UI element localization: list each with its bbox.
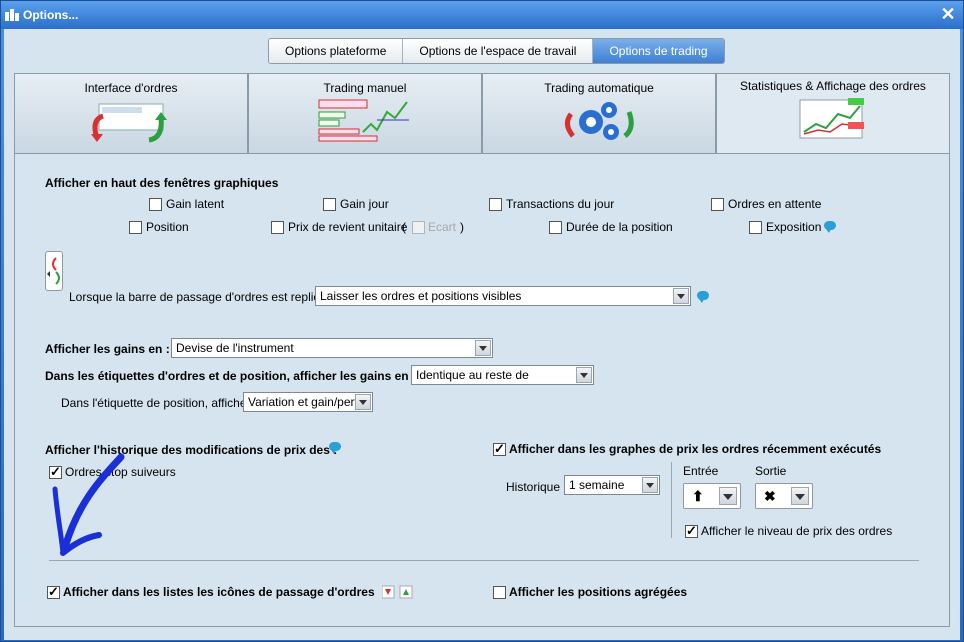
label-exposition: Exposition (766, 220, 822, 234)
label-aggregated-positions: Afficher les positions agrégées (509, 585, 688, 599)
annotation-arrow-icon (52, 453, 125, 556)
checkbox-price-level[interactable] (685, 523, 698, 539)
checkbox-gain-latent[interactable] (149, 198, 162, 211)
top-tab-bar: Options plateforme Options de l'espace d… (268, 38, 725, 64)
chevron-down-icon (576, 367, 592, 383)
label-gains: Afficher les gains en : (45, 342, 170, 356)
select-historique[interactable]: 1 semaine (564, 475, 660, 495)
tab-label: Statistiques & Affichage des ordres (740, 79, 926, 93)
tab-interface-ordres[interactable]: Interface d'ordres (14, 73, 248, 153)
label-position-label: Dans l'étiquette de position, afficher : (61, 396, 258, 410)
label-labels-gains: Dans les étiquettes d'ordres et de posit… (45, 369, 416, 383)
label-historique: Historique (506, 480, 561, 494)
chevron-down-icon (673, 288, 689, 304)
statistics-panel: Afficher en haut des fenêtres graphiques… (14, 153, 950, 627)
info-bubble-icon[interactable] (824, 221, 836, 233)
vertical-divider (671, 462, 672, 538)
tab-options-trading[interactable]: Options de trading (593, 39, 724, 63)
checkbox-ecart[interactable] (412, 221, 425, 234)
label-gain-jour: Gain jour (340, 197, 389, 211)
manual-trading-icon (318, 99, 409, 142)
tab-label: Trading manuel (323, 81, 407, 95)
tab-trading-automatique[interactable]: Trading automatique (482, 73, 716, 153)
order-interface-icon (91, 103, 167, 143)
options-window: Options... ✕ Options plateforme Options … (0, 0, 964, 642)
info-bubble-icon[interactable] (329, 442, 341, 454)
checkbox-prix-revient[interactable] (271, 221, 284, 234)
horizontal-divider (49, 560, 919, 561)
label-position: Position (146, 220, 189, 234)
dialog-client: Options plateforme Options de l'espace d… (4, 29, 960, 640)
entree-marker-select[interactable]: ⬆ (683, 483, 741, 509)
checkbox-duree-position[interactable] (549, 221, 562, 234)
label-price-level: Afficher le niveau de prix des ordres (701, 524, 893, 538)
checkbox-transactions-jour[interactable] (489, 198, 502, 211)
label-ecart: Ecart (428, 220, 457, 234)
info-bubble-icon[interactable] (697, 291, 709, 303)
statistics-chart-icon (799, 98, 864, 139)
chevron-down-icon (719, 487, 737, 505)
section-header: Afficher en haut des fenêtres graphiques (45, 176, 279, 190)
tab-statistiques-affichage[interactable]: Statistiques & Affichage des ordres (716, 73, 950, 154)
label-entree: Entrée (683, 464, 719, 478)
checkbox-gain-jour[interactable] (323, 198, 336, 211)
label-list-icons: Afficher dans les listes les icônes de p… (63, 585, 375, 599)
label-sortie: Sortie (755, 464, 787, 478)
label-transactions-jour: Transactions du jour (506, 197, 615, 211)
label-ordres-attente: Ordres en attente (728, 197, 822, 211)
gears-icon (565, 102, 634, 140)
label-gain-latent: Gain latent (166, 197, 225, 211)
cross-icon: ✖ (764, 488, 776, 504)
collapsed-order-bar-icon (45, 251, 63, 291)
chevron-down-icon (642, 477, 658, 493)
select-value: 1 semaine (569, 478, 625, 492)
select-collapsed-bar[interactable]: Laisser les ordres et positions visibles (315, 286, 691, 306)
label-prix-revient: Prix de revient unitaire (288, 220, 408, 234)
order-bar-glyph-icon (47, 257, 60, 285)
checkbox-ordres-attente[interactable] (711, 198, 724, 211)
chevron-down-icon (475, 340, 491, 356)
checkbox-list-icons[interactable] (47, 584, 60, 600)
tab-label: Interface d'ordres (84, 81, 178, 95)
checkbox-aggregated-positions[interactable] (493, 586, 506, 599)
order-buttons-icon (382, 585, 413, 599)
select-value: Identique au reste de l'application (416, 368, 529, 382)
window-title: Options... (23, 8, 79, 22)
close-icon[interactable]: ✕ (939, 5, 957, 23)
checkbox-exposition[interactable] (749, 221, 762, 234)
select-value: Variation et gain/perte (248, 395, 365, 409)
select-value: Devise de l'instrument (176, 341, 294, 355)
tab-label: Trading automatique (544, 81, 654, 95)
select-gains[interactable]: Devise de l'instrument (171, 338, 493, 358)
checkbox-executed-orders[interactable] (493, 441, 506, 457)
sortie-marker-select[interactable]: ✖ (755, 483, 813, 509)
checkbox-position[interactable] (129, 221, 142, 234)
app-icon (5, 9, 19, 21)
chevron-down-icon (791, 487, 809, 505)
tab-trading-manuel[interactable]: Trading manuel (248, 73, 482, 153)
tab-options-plateforme[interactable]: Options plateforme (269, 39, 404, 63)
chevron-down-icon (355, 394, 371, 410)
label-collapsed-bar: Lorsque la barre de passage d'ordres est… (69, 290, 334, 304)
select-value: Laisser les ordres et positions visibles (320, 289, 522, 303)
title-bar: Options... ✕ (1, 1, 963, 29)
paren-close: ) (460, 220, 464, 234)
paren-open: ( (402, 220, 406, 234)
label-executed-orders: Afficher dans les graphes de prix les or… (509, 442, 882, 456)
select-position-label[interactable]: Variation et gain/perte (243, 392, 373, 412)
arrow-up-icon: ⬆ (692, 488, 704, 504)
label-duree-position: Durée de la position (566, 220, 673, 234)
tab-options-espace-travail[interactable]: Options de l'espace de travail (403, 39, 594, 63)
select-labels-gains[interactable]: Identique au reste de l'application (411, 365, 594, 385)
